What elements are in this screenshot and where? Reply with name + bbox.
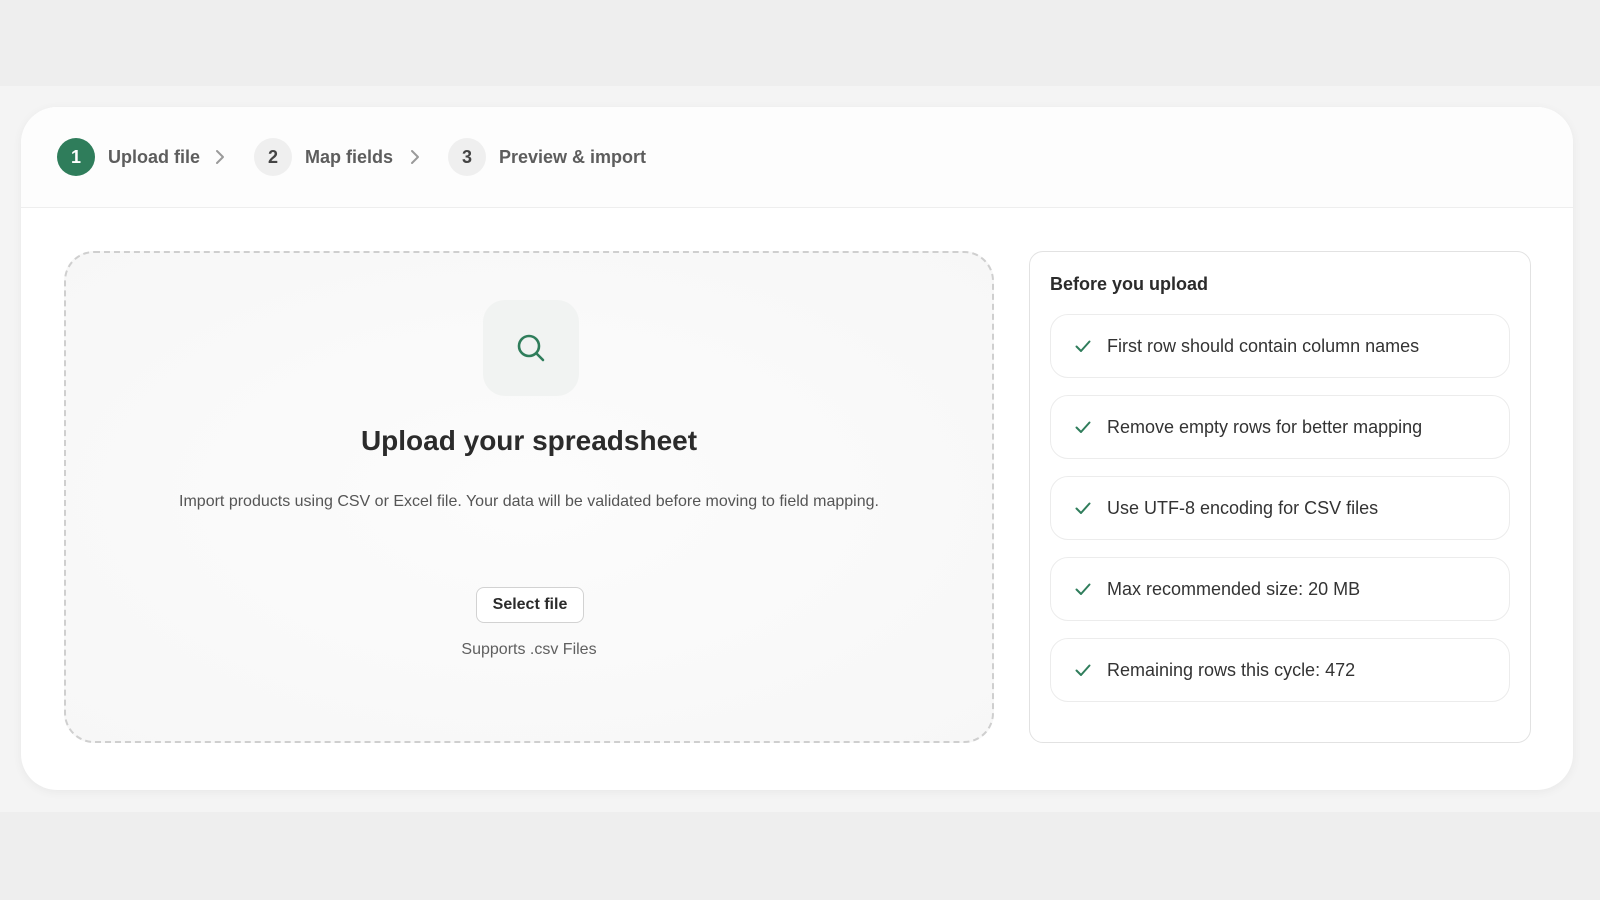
step-number: 1 (57, 138, 95, 176)
tip-item: Remove empty rows for better mapping (1050, 395, 1510, 459)
check-icon (1073, 336, 1093, 356)
supported-formats-hint: Supports .csv Files (461, 641, 597, 658)
dropzone-title: Upload your spreadsheet (360, 425, 698, 456)
step-label: Upload file (108, 146, 201, 167)
tip-item: Use UTF-8 encoding for CSV files (1050, 476, 1510, 540)
step-upload-file[interactable]: 1 Upload file (57, 138, 200, 176)
check-icon (1073, 660, 1093, 680)
step-label: Map fields (305, 146, 394, 167)
search-icon (517, 334, 545, 362)
file-dropzone[interactable]: Upload your spreadsheet Import products … (64, 251, 994, 743)
check-icon (1073, 417, 1093, 437)
upload-tips-panel: Before you upload First row should conta… (1029, 251, 1531, 743)
tip-text: Remaining rows this cycle: 472 (1107, 659, 1356, 680)
step-number: 2 (254, 138, 292, 176)
tip-text: Max recommended size: 20 MB (1107, 578, 1361, 599)
tip-text: Use UTF-8 encoding for CSV files (1107, 497, 1379, 518)
chevron-right-icon (216, 150, 224, 164)
tip-item: First row should contain column names (1050, 314, 1510, 378)
tip-item: Max recommended size: 20 MB (1050, 557, 1510, 621)
select-file-button[interactable]: Select file (476, 587, 584, 623)
upload-icon-box (483, 300, 579, 396)
step-number: 3 (448, 138, 486, 176)
import-stepper: 1 Upload file 2 Map fields 3 Preview & i… (21, 107, 1573, 208)
tip-text: Remove empty rows for better mapping (1107, 416, 1423, 437)
import-card: 1 Upload file 2 Map fields 3 Preview & i… (21, 107, 1573, 790)
check-icon (1073, 579, 1093, 599)
step-map-fields[interactable]: 2 Map fields (254, 138, 393, 176)
check-icon (1073, 498, 1093, 518)
step-preview-import[interactable]: 3 Preview & import (448, 138, 646, 176)
tip-item: Remaining rows this cycle: 472 (1050, 638, 1510, 702)
step-label: Preview & import (499, 146, 647, 167)
dropzone-description: Import products using CSV or Excel file.… (179, 493, 879, 510)
tip-text: First row should contain column names (1107, 335, 1420, 356)
chevron-right-icon (411, 150, 419, 164)
tips-title: Before you upload (1050, 274, 1209, 294)
